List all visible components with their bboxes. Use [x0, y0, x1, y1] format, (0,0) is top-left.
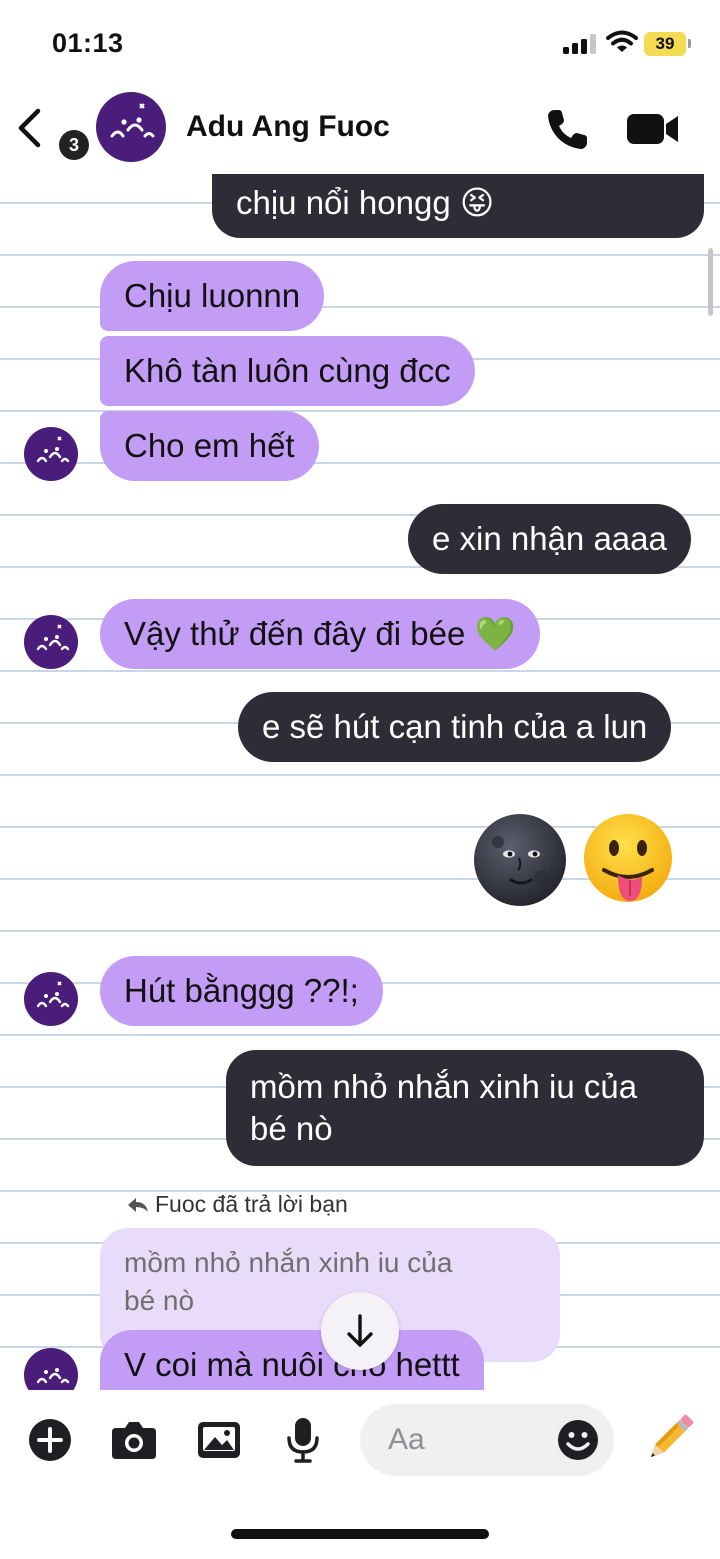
video-camera-icon[interactable]	[626, 110, 680, 148]
phone-icon[interactable]	[545, 106, 591, 152]
image-icon[interactable]	[196, 1420, 242, 1460]
reply-indicator: Fuoc đã trả lời bạn	[127, 1191, 348, 1218]
contact-avatar[interactable]	[24, 615, 78, 669]
reply-arrow-icon	[128, 1198, 148, 1212]
contact-avatar[interactable]	[96, 92, 166, 162]
message-incoming[interactable]: Chịu luonnn	[100, 261, 325, 331]
scrollbar[interactable]	[708, 248, 713, 316]
battery-indicator: 39	[644, 32, 686, 56]
message-outgoing[interactable]: chịu nổi hongg 😝	[212, 164, 704, 238]
scroll-down-button[interactable]	[321, 1292, 399, 1370]
plus-circle-icon[interactable]	[28, 1418, 72, 1462]
camera-icon[interactable]	[110, 1420, 158, 1460]
message-incoming[interactable]: Hút bằnggg ??!;	[100, 956, 383, 1026]
composer-bar	[0, 1390, 720, 1559]
message-incoming[interactable]: Khô tàn luôn cùng đcc	[100, 336, 475, 406]
message-outgoing[interactable]: mồm nhỏ nhắn xinh iu của bé nò	[226, 1050, 704, 1166]
wifi-icon	[606, 30, 638, 52]
message-incoming[interactable]: Cho em hết	[100, 411, 319, 481]
quoted-line: mồm nhỏ nhắn xinh iu của	[124, 1247, 453, 1278]
message-outgoing[interactable]: e xin nhận aaaa	[408, 504, 691, 574]
message-thread[interactable]: chịu nổi hongg 😝 Chịu luonnn Khô tàn luô…	[0, 0, 720, 1390]
contact-avatar[interactable]	[24, 972, 78, 1026]
message-line: mồm nhỏ nhắn xinh iu của	[250, 1068, 638, 1105]
message-incoming[interactable]: V coi mà nuôi cho hettt	[100, 1330, 484, 1390]
home-indicator	[231, 1529, 489, 1539]
reply-label-text: Fuoc đã trả lời bạn	[155, 1191, 348, 1217]
contact-name[interactable]: Adu Ang Fuoc	[186, 110, 390, 144]
status-bar: 01:13 39	[0, 0, 720, 88]
message-line: bé nò	[250, 1110, 333, 1147]
tongue-face-emoji[interactable]	[580, 812, 676, 908]
cellular-signal-icon	[563, 34, 601, 54]
back-button[interactable]: 3	[14, 106, 89, 160]
unread-count-badge: 3	[59, 130, 89, 160]
smiley-icon[interactable]	[556, 1418, 600, 1462]
contact-avatar[interactable]	[24, 427, 78, 481]
moon-face-emoji[interactable]	[472, 812, 568, 908]
contact-avatar[interactable]	[24, 1348, 78, 1390]
battery-tip	[688, 39, 691, 48]
message-composer[interactable]	[360, 1404, 614, 1476]
message-incoming[interactable]: Vậy thử đến đây đi bée 💚	[100, 599, 540, 669]
arrow-down-icon	[347, 1314, 373, 1347]
pencil-icon[interactable]	[640, 1408, 700, 1468]
clock: 01:13	[52, 28, 124, 58]
chevron-left-icon	[18, 108, 41, 148]
microphone-icon[interactable]	[285, 1416, 321, 1464]
message-outgoing[interactable]: e sẽ hút cạn tinh của a lun	[238, 692, 672, 762]
message-input[interactable]	[388, 1418, 548, 1462]
conversation-header: 3 Adu Ang Fuoc	[0, 88, 720, 174]
